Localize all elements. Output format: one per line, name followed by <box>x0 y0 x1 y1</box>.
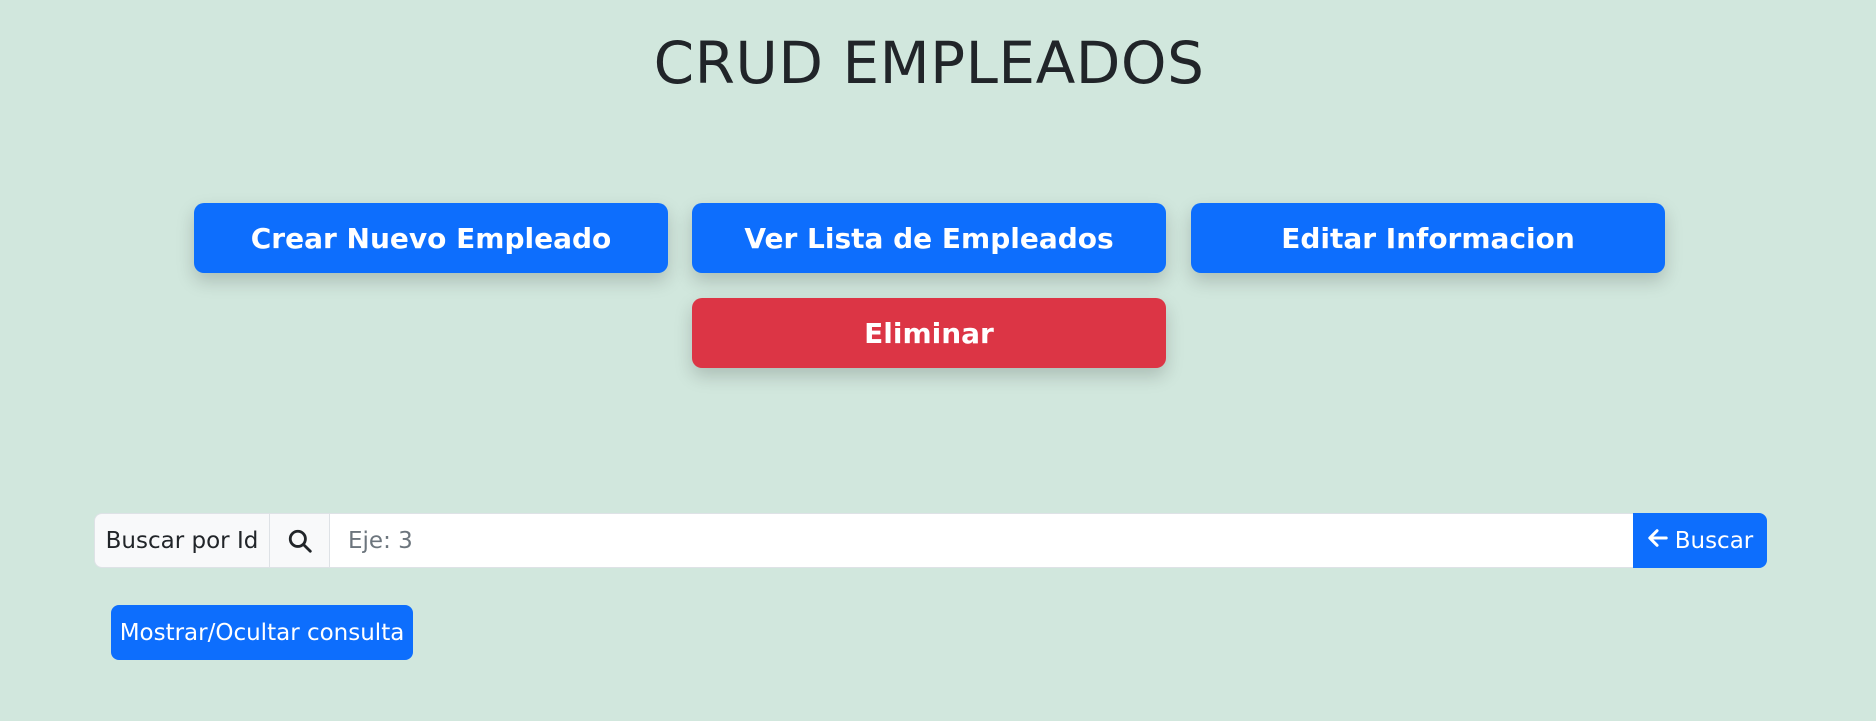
search-id-input[interactable] <box>330 513 1633 568</box>
search-button-label: Buscar <box>1674 527 1754 554</box>
view-employee-list-button[interactable]: Ver Lista de Empleados <box>692 203 1166 273</box>
search-input-group: Buscar por Id Buscar <box>94 513 1767 568</box>
toggle-query-button[interactable]: Mostrar/Ocultar consulta <box>111 605 413 660</box>
create-employee-button[interactable]: Crear Nuevo Empleado <box>194 203 668 273</box>
page-title: CRUD EMPLEADOS <box>653 29 1205 97</box>
edit-information-button[interactable]: Editar Informacion <box>1191 203 1665 273</box>
arrow-left-icon <box>1647 527 1669 555</box>
page: CRUD EMPLEADOS Crear Nuevo Empleado Ver … <box>0 0 1876 721</box>
search-button[interactable]: Buscar <box>1633 513 1767 568</box>
search-icon <box>269 513 330 568</box>
delete-button[interactable]: Eliminar <box>692 298 1166 368</box>
search-by-id-label: Buscar por Id <box>94 513 269 568</box>
